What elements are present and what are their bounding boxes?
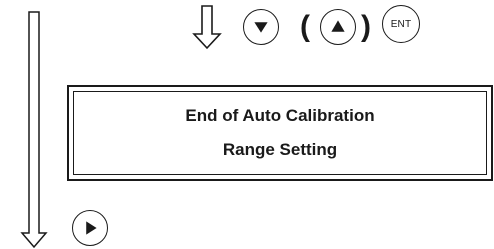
close-parenthesis: ) <box>361 10 371 43</box>
open-parenthesis: ( <box>300 10 310 43</box>
lcd-display-inner: End of Auto Calibration Range Setting <box>73 91 487 175</box>
down-triangle-icon <box>254 22 268 33</box>
ent-key-button[interactable]: ENT <box>382 5 420 43</box>
up-key-button[interactable] <box>320 9 356 45</box>
ent-key-label: ENT <box>390 18 412 30</box>
right-triangle-icon <box>86 221 97 235</box>
right-key-button[interactable] <box>72 210 108 246</box>
down-key-button[interactable] <box>243 9 279 45</box>
flow-down-arrow-icon <box>20 11 48 249</box>
lcd-line-2: Range Setting <box>222 140 338 159</box>
lcd-display: End of Auto Calibration Range Setting <box>67 85 493 181</box>
step-down-arrow-icon <box>192 5 222 50</box>
lcd-line-1: End of Auto Calibration <box>185 106 375 125</box>
up-triangle-icon <box>331 20 345 32</box>
